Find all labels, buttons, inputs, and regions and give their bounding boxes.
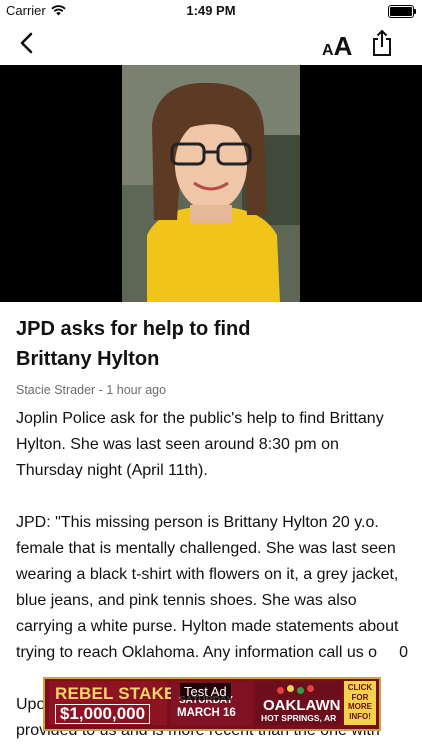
ad-decor-dot <box>287 685 294 692</box>
ad-decor-dot <box>277 687 284 694</box>
ad-cta-line: FOR <box>351 692 369 702</box>
back-button[interactable] <box>14 30 44 56</box>
article-paragraph: Joplin Police ask for the public's help … <box>16 410 384 479</box>
ad-cta-line: MORE <box>348 702 372 711</box>
article-paragraph: JPD: "This missing person is Brittany Hy… <box>16 510 408 666</box>
text-size-button[interactable]: AA <box>322 31 352 62</box>
chevron-left-icon <box>20 32 33 54</box>
headline-line-1: JPD asks for help to find <box>16 318 251 340</box>
ad-cta-line: INFO! <box>349 711 371 721</box>
ad-label: Test Ad <box>180 683 231 700</box>
ad-brand: OAKLAWN <box>263 697 341 714</box>
text-size-large-a: A <box>333 31 353 61</box>
share-button[interactable] <box>369 28 395 58</box>
ad-decor-dot <box>307 685 314 692</box>
ad-location: HOT SPRINGS, AR <box>261 713 337 723</box>
article-headline: JPD asks for help to find Brittany Hylto… <box>16 314 406 374</box>
ad-rebel-stakes: REBEL STAKES <box>55 684 188 703</box>
ad-decor-dot <box>297 687 304 694</box>
article-photo[interactable] <box>122 65 300 302</box>
nav-bar: AA <box>0 22 422 65</box>
share-icon <box>373 29 391 56</box>
article-hero <box>0 65 422 302</box>
ad-date: MARCH 16 <box>177 707 236 719</box>
ad-prize: $1,000,000 <box>55 704 151 724</box>
paragraph-tail: 0 <box>399 644 408 661</box>
battery-icon <box>388 5 416 18</box>
ad-cta[interactable]: CLICK FOR MORE INFO! <box>344 683 376 721</box>
status-time: 1:49 PM <box>186 3 236 18</box>
article-byline: Stacie Strader - 1 hour ago <box>16 383 167 397</box>
ad-cta-line: CLICK <box>347 683 373 692</box>
text-size-small-a: A <box>322 42 334 59</box>
headline-line-2: Brittany Hylton <box>16 348 160 370</box>
portrait-image <box>122 65 300 302</box>
ad-banner[interactable]: REBEL STAKES $1,000,000 SATURDAY MARCH 1… <box>43 677 381 731</box>
status-bar: Carrier 1:49 PM <box>0 0 422 22</box>
article-paragraph-text: JPD: "This missing person is Brittany Hy… <box>16 514 399 661</box>
